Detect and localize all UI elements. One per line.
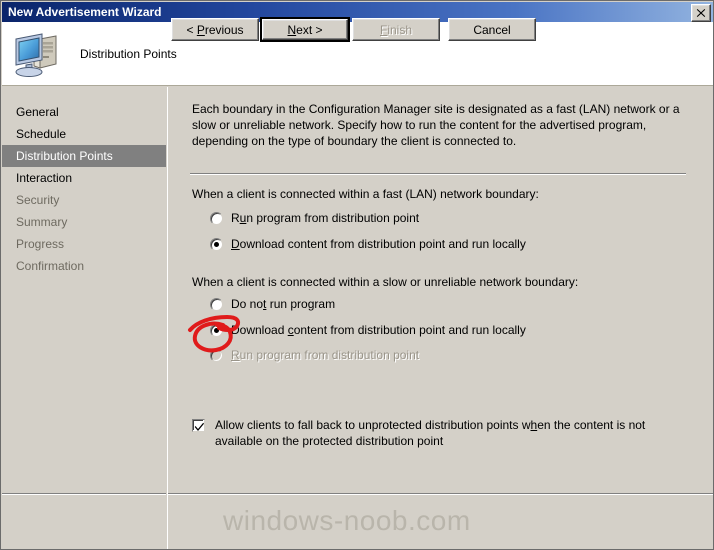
radio-icon-checked [210, 237, 223, 251]
footer-left-filler [2, 491, 166, 549]
sidebar-item-confirmation: Confirmation [16, 259, 85, 273]
next-button-label: Next > [287, 22, 323, 37]
sidebar-item-progress: Progress [16, 237, 65, 251]
footer-bar [167, 491, 713, 549]
close-button[interactable] [691, 4, 711, 22]
next-button-inner: Next > [262, 19, 348, 40]
cancel-button[interactable]: Cancel [448, 18, 536, 41]
checkbox-icon-checked [192, 419, 205, 432]
page-title: Distribution Points [80, 46, 177, 61]
window-title: New Advertisement Wizard [8, 5, 162, 19]
radio-slow-download-and-run[interactable]: Download content from distribution point… [210, 321, 526, 339]
finish-button-label: Finish [379, 22, 413, 37]
checkbox-label-allow-fallback: Allow clients to fall back to unprotecte… [215, 418, 646, 448]
close-icon [696, 8, 706, 18]
slow-network-group-label: When a client is connected within a slow… [192, 275, 579, 289]
fast-network-group-label: When a client is connected within a fast… [192, 187, 539, 201]
radio-slow-run-from-dp: Run program from distribution point [210, 346, 419, 364]
radio-fast-run-from-dp[interactable]: Run program from distribution point [210, 209, 419, 227]
checkbox-allow-fallback[interactable]: Allow clients to fall back to unprotecte… [192, 417, 688, 449]
radio-icon-disabled [210, 348, 223, 362]
wizard-window: New Advertisement Wizard Distribution Po… [0, 0, 714, 550]
sidebar-item-general[interactable]: General [2, 101, 166, 123]
radio-label-fast-download-and-run: Download content from distribution point… [231, 237, 526, 251]
radio-icon-unchecked [210, 297, 223, 311]
radio-icon-checked [210, 323, 223, 337]
previous-button-label: < Previous [186, 22, 244, 37]
sidebar-item-summary: Summary [16, 215, 68, 229]
computer-icon [12, 30, 62, 78]
sidebar-item-distribution-points[interactable]: Distribution Points [2, 145, 166, 167]
sidebar-item-security: Security [16, 193, 60, 207]
radio-label-slow-do-not-run: Do not run program [231, 297, 336, 311]
intro-description: Each boundary in the Configuration Manag… [192, 102, 680, 148]
radio-label-slow-run-from-dp: Run program from distribution point [231, 348, 420, 362]
finish-button: Finish [352, 18, 440, 41]
wizard-step-list: General Schedule Distribution Points Int… [2, 87, 166, 513]
radio-label-fast-run-from-dp: Run program from distribution point [231, 211, 420, 225]
content-pane: Each boundary in the Configuration Manag… [167, 87, 713, 491]
footer-separator-left [2, 493, 166, 495]
section-divider [190, 173, 686, 175]
previous-button[interactable]: < Previous [171, 18, 259, 41]
sidebar-item-interaction[interactable]: Interaction [2, 167, 166, 189]
cancel-button-label: Cancel [473, 22, 511, 37]
radio-label-slow-download-and-run: Download content from distribution point… [231, 323, 526, 337]
radio-fast-download-and-run[interactable]: Download content from distribution point… [210, 235, 526, 253]
sidebar-item-schedule[interactable]: Schedule [2, 123, 166, 145]
radio-icon-unchecked [210, 211, 223, 225]
radio-slow-do-not-run[interactable]: Do not run program [210, 295, 335, 313]
footer-separator [168, 493, 713, 495]
next-button[interactable]: Next > [260, 17, 350, 42]
